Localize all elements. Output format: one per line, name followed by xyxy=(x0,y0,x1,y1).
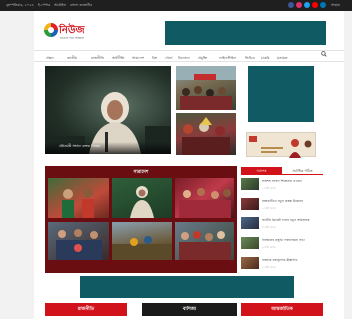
list-thumb[interactable] xyxy=(241,178,259,190)
site-tagline: সত্যের পথে অবিচল xyxy=(60,36,85,40)
facebook-icon[interactable] xyxy=(288,2,294,8)
nav-item-entertainment[interactable]: বিনোদন xyxy=(178,55,190,62)
instagram-icon[interactable] xyxy=(296,2,302,8)
tab-popular[interactable]: সর্বাধিক পঠিত xyxy=(282,167,323,175)
list-item-title[interactable]: রাজধানীতে নতুন প্রকল্প উদ্বোধন xyxy=(262,199,323,203)
list-item-date: ৩ ঘণ্টা আগে xyxy=(262,226,276,229)
search-icon[interactable] xyxy=(321,51,327,59)
nav-item-economy[interactable]: অর্থনীতি xyxy=(112,55,124,62)
topbar-link-epaper[interactable]: ই-পেপার xyxy=(38,3,50,9)
list-item[interactable]: বাজারে দ্রব্যমূল্যের ঊর্ধ্বগতি ৫ ঘণ্টা আ… xyxy=(241,257,323,271)
nav-item-lifestyle[interactable]: লাইফস্টাইল xyxy=(219,55,236,62)
topbar-date: বৃহস্পতিবার, ২০২৪ xyxy=(6,3,34,7)
page: বৃহস্পতিবার, ২০২৪ ই-পেপার আর্কাইভ বাংলা … xyxy=(0,0,352,319)
list-item-date: ৫ ঘণ্টা আগে xyxy=(262,266,276,269)
top-bar: বৃহস্পতিবার, ২০২৪ ই-পেপার আর্কাইভ বাংলা … xyxy=(0,0,352,11)
list-item[interactable]: জাতীয় ক্রিকেট দলের নতুন অধিনায়ক ৩ ঘণ্ট… xyxy=(241,217,323,231)
news-image-rally[interactable] xyxy=(176,113,236,155)
nav-item-tech[interactable]: প্রযুক্তি xyxy=(198,55,207,62)
section-header-commerce[interactable]: বাণিজ্য xyxy=(142,303,237,316)
header-ad-banner[interactable] xyxy=(165,21,326,45)
country-news-section: সারাদেশ xyxy=(45,166,237,273)
list-thumb[interactable] xyxy=(241,237,259,249)
sidebar-promo-banner[interactable] xyxy=(246,132,316,158)
list-thumb[interactable] xyxy=(241,198,259,210)
logo-mark-icon[interactable] xyxy=(44,23,58,37)
grid-news-image-1[interactable] xyxy=(48,178,109,218)
topbar-link-archive[interactable]: আর্কাইভ xyxy=(54,3,66,9)
lead-news-caption[interactable]: প্রধানমন্ত্রী সংসদে বক্তব্য দিচ্ছেন xyxy=(59,144,100,150)
topbar-help-link[interactable]: সাহায্য xyxy=(331,3,340,9)
list-item-date: ১ ঘণ্টা আগে xyxy=(262,187,276,190)
list-item-title[interactable]: জাতীয় ক্রিকেট দলের নতুন অধিনায়ক xyxy=(262,218,323,222)
list-item[interactable]: নির্বাচনের প্রস্তুতি পর্যালোচনা সভা ৪ ঘণ… xyxy=(241,237,323,251)
linkedin-icon[interactable] xyxy=(320,2,326,8)
news-image-crowd[interactable] xyxy=(176,66,236,110)
section-header-international[interactable]: আন্তর্জাতিক xyxy=(241,303,323,316)
grid-news-image-4[interactable] xyxy=(48,222,109,260)
nav-item-politics[interactable]: রাজনীতি xyxy=(91,55,104,62)
nav-item-jobs[interactable]: চাকরি xyxy=(261,55,270,62)
grid-news-image-6[interactable] xyxy=(175,222,234,260)
list-item[interactable]: সর্বশেষ সংবাদ শিরোনাম এখানে ১ ঘণ্টা আগে xyxy=(241,178,323,192)
section-title: সারাদেশ xyxy=(133,170,149,175)
list-item-title[interactable]: বাজারে দ্রব্যমূল্যের ঊর্ধ্বগতি xyxy=(262,258,323,262)
list-item[interactable]: রাজধানীতে নতুন প্রকল্প উদ্বোধন ২ ঘণ্টা আ… xyxy=(241,198,323,212)
twitter-icon[interactable] xyxy=(304,2,310,8)
nav-item-video[interactable]: ভিডিও xyxy=(245,55,255,62)
nav-item-opinion[interactable]: মতামত xyxy=(277,55,287,62)
lead-news-image[interactable]: প্রধানমন্ত্রী সংসদে বক্তব্য দিচ্ছেন xyxy=(45,66,171,154)
list-thumb[interactable] xyxy=(241,217,259,229)
bottom-ad-banner[interactable] xyxy=(80,276,294,298)
nav-item-sports[interactable]: খেলা xyxy=(165,55,173,62)
topbar-link-converter[interactable]: বাংলা কনভার্টার xyxy=(70,3,92,9)
nav-item-national[interactable]: জাতীয় xyxy=(67,55,77,62)
grid-news-image-3[interactable] xyxy=(175,178,234,218)
nav-item-country[interactable]: সারাদেশ xyxy=(132,55,144,62)
nav-item-home[interactable]: প্রচ্ছদ xyxy=(46,55,54,62)
list-thumb[interactable] xyxy=(241,257,259,269)
main-nav: প্রচ্ছদ জাতীয় রাজনীতি অর্থনীতি সারাদেশ … xyxy=(34,50,344,62)
list-item-date: ২ ঘণ্টা আগে xyxy=(262,207,276,210)
list-item-title[interactable]: নির্বাচনের প্রস্তুতি পর্যালোচনা সভা xyxy=(262,238,323,242)
grid-news-image-5[interactable] xyxy=(112,222,172,260)
nav-item-world[interactable]: বিশ্ব xyxy=(152,55,157,62)
list-item-date: ৪ ঘণ্টা আগে xyxy=(262,246,276,249)
tab-latest[interactable]: সর্বশেষ xyxy=(241,167,282,175)
youtube-icon[interactable] xyxy=(312,2,318,8)
grid-news-image-2[interactable] xyxy=(112,178,172,218)
sidebar-ad-banner[interactable] xyxy=(248,66,314,122)
news-tabs: সর্বশেষ সর্বাধিক পঠিত xyxy=(241,167,323,175)
list-item-title[interactable]: সর্বশেষ সংবাদ শিরোনাম এখানে xyxy=(262,179,323,183)
section-header-politics[interactable]: রাজনীতি xyxy=(45,303,127,316)
